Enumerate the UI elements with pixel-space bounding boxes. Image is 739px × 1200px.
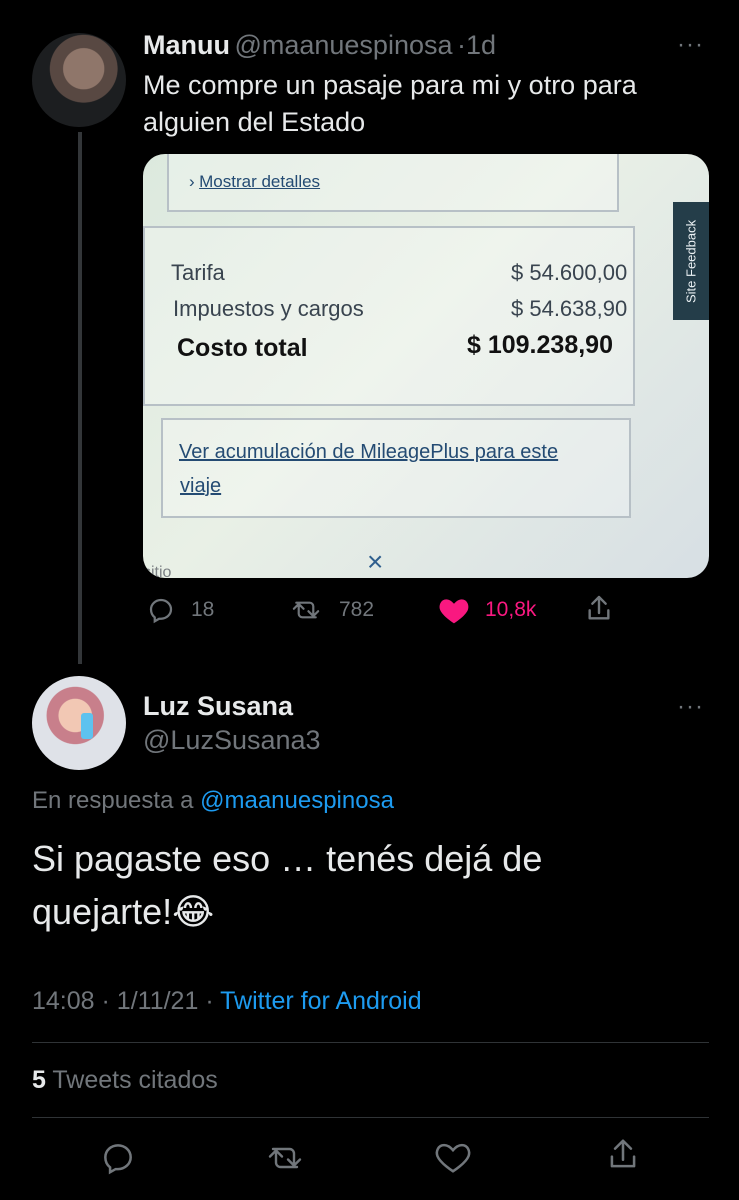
close-icon[interactable]: × [367,546,383,578]
tweet-text-line-2: alguien del Estado [143,107,366,137]
heart-icon[interactable] [437,594,471,626]
reply-icon[interactable] [99,1139,137,1177]
tweet-time[interactable]: 1d [466,30,496,60]
fare-label: Tarifa [171,260,225,285]
more-options-icon[interactable]: ··· [677,693,704,721]
taxes-label: Impuestos y cargos [173,296,364,321]
share-icon[interactable] [604,1136,642,1176]
reply-context: En respuesta a @maanuespinosa [32,787,394,815]
reply-text-line-2: quejarte!😂 [32,891,215,932]
divider [32,1117,709,1118]
avatar[interactable] [32,676,126,770]
quote-tweets-link[interactable]: 5 Tweets citados [32,1066,218,1095]
tweet-text-line-1: Me compre un pasaje para mi y otro para [143,70,637,100]
divider [32,1042,709,1043]
show-details-link[interactable]: Mostrar detalles [199,172,320,191]
taxes-value: $ 54.638,90 [511,296,628,321]
total-value: $ 109.238,90 [467,331,613,359]
avatar[interactable] [32,33,126,127]
quote-label: Tweets citados [52,1066,218,1094]
retweet-count: 782 [339,598,375,621]
reply-count: 18 [191,598,215,621]
reply-prefix: En respuesta a [32,787,194,814]
mileage-link-line-2[interactable]: viaje [180,475,221,498]
image-text-fragment: sitio [143,564,172,578]
tweet-image[interactable]: › Mostrar detalles Tarifa $ 54.600,00 Im… [143,154,709,578]
reply-mention-link[interactable]: @maanuespinosa [200,787,394,814]
display-name[interactable]: Manuu [143,30,230,60]
more-options-icon[interactable]: ··· [677,31,704,59]
details-link[interactable]: › Mostrar detalles [189,172,320,192]
reply-icon[interactable] [144,594,178,626]
retweet-icon[interactable] [264,1140,306,1178]
site-feedback-tab[interactable]: Site Feedback [673,202,709,320]
total-label: Costo total [177,334,308,362]
time-separator: · [456,30,466,60]
tweet-header: Manuu @maanuespinosa ·1d [143,30,496,61]
mileage-box [161,418,631,518]
tweet-metadata: 14:08 · 1/11/21 · Twitter for Android [32,987,422,1015]
like-count: 10,8k [485,598,537,621]
user-handle[interactable]: @LuzSusana3 [143,725,321,756]
retweet-icon[interactable] [287,594,325,626]
mileage-link-line-1[interactable]: Ver acumulación de MileagePlus para este [179,441,558,464]
tweet-source-link[interactable]: Twitter for Android [220,987,421,1015]
thread-line [78,132,82,664]
fare-value: $ 54.600,00 [511,260,628,285]
quote-count: 5 [32,1066,46,1094]
reply-text-line-1: Si pagaste eso … tenés dejá de [32,838,543,879]
tweet-time[interactable]: 14:08 [32,987,95,1015]
share-icon[interactable] [582,592,616,626]
tweet-date[interactable]: 1/11/21 [117,987,199,1015]
heart-icon[interactable] [434,1139,472,1177]
user-handle[interactable]: @maanuespinosa [234,30,452,60]
display-name[interactable]: Luz Susana [143,691,293,722]
